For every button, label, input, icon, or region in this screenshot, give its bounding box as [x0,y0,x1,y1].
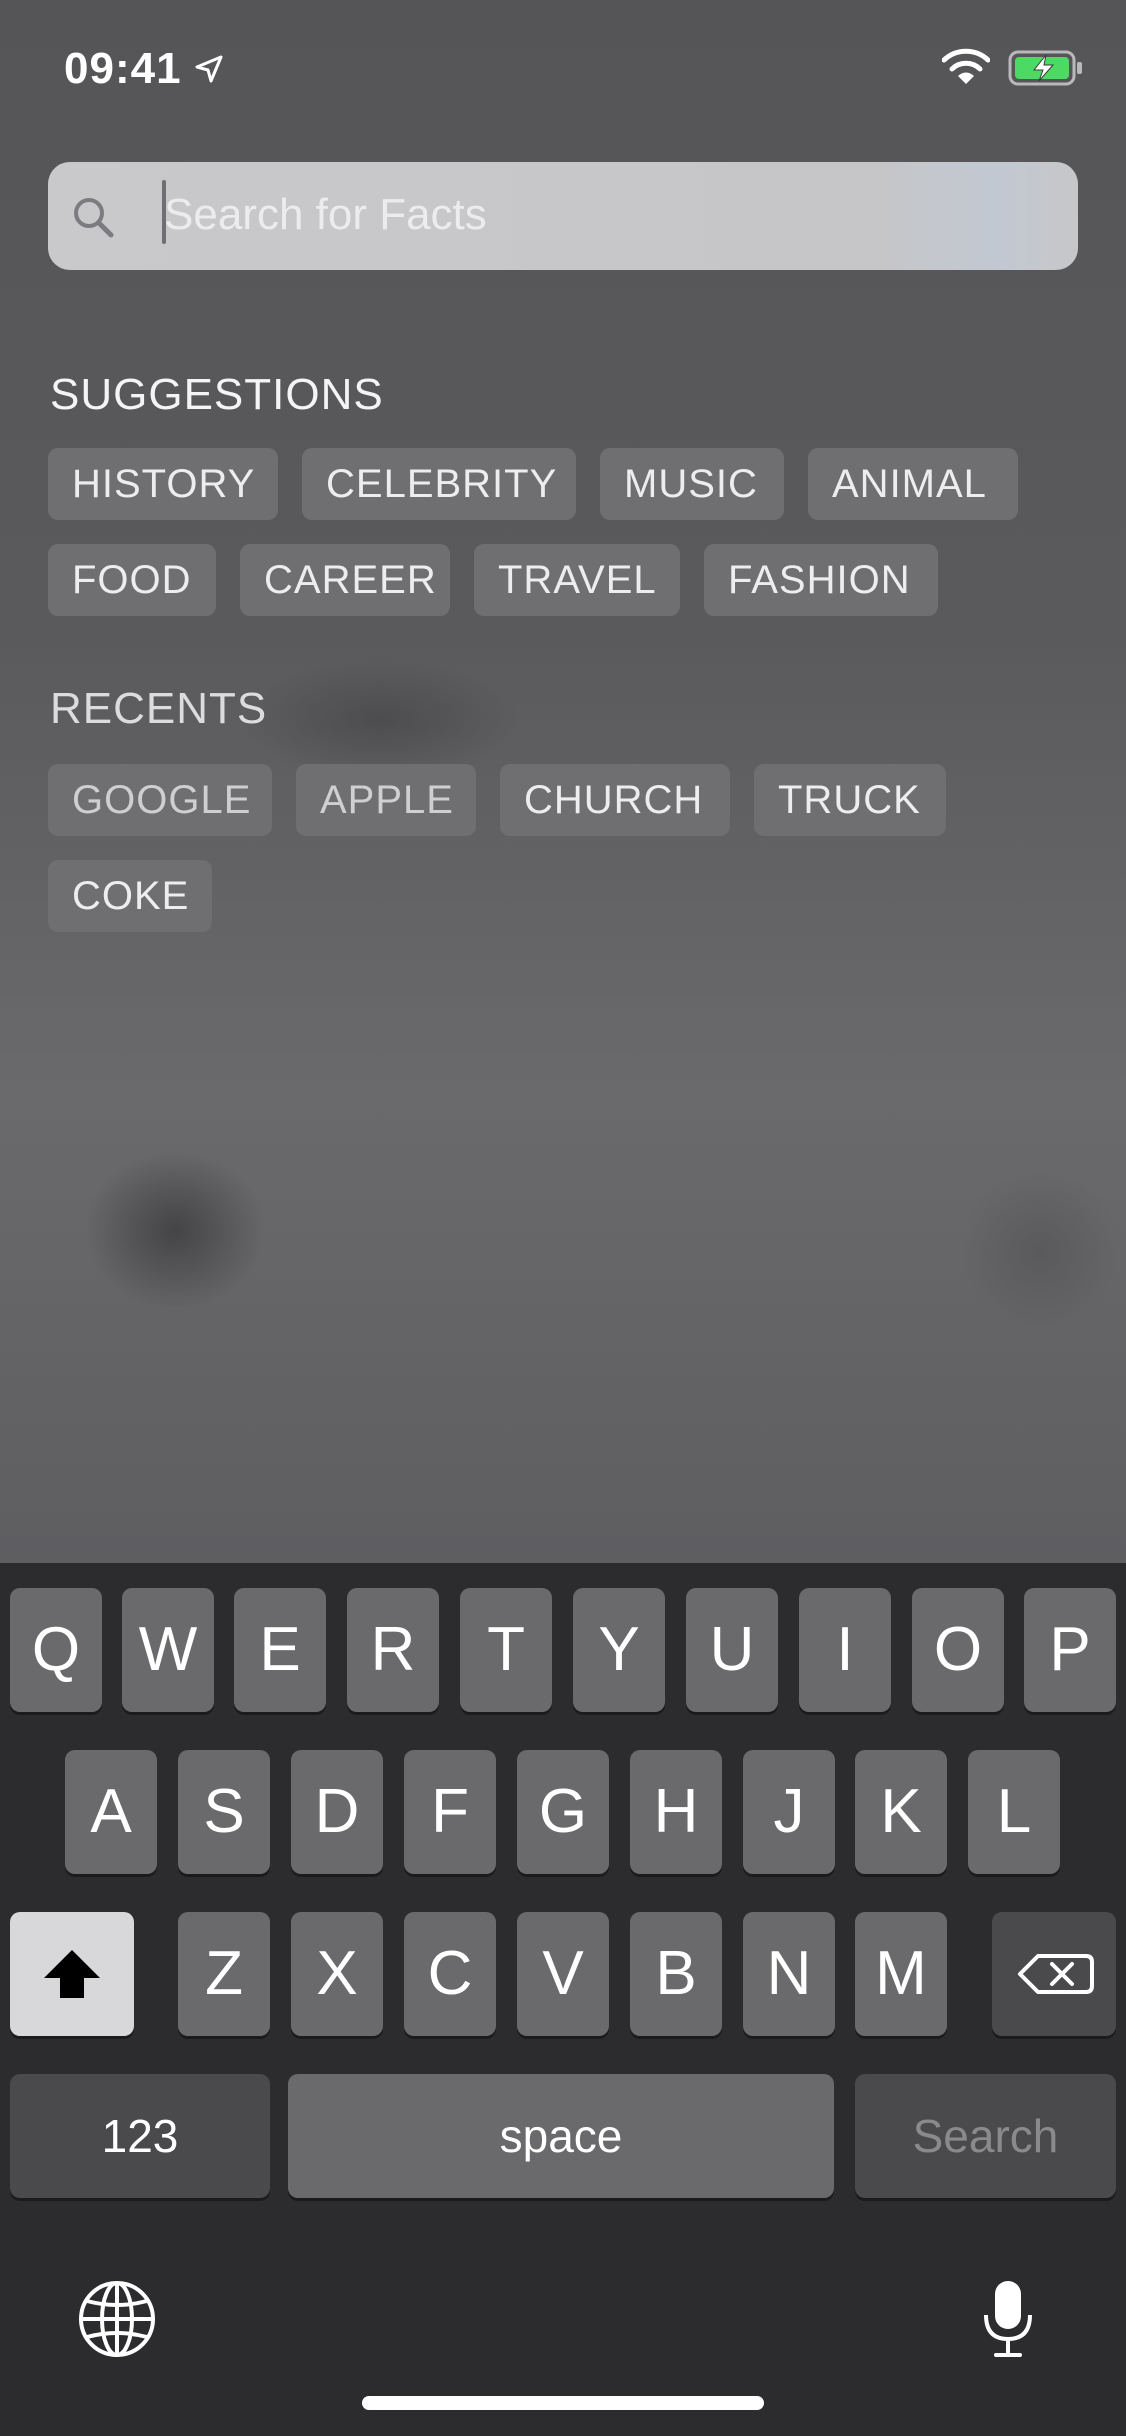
keyboard: Q W E R T Y U I O P A S D F G H J K L Z … [0,1563,1126,2436]
suggestions-title: SUGGESTIONS [50,370,384,419]
key-p[interactable]: P [1024,1588,1116,1712]
key-u[interactable]: U [686,1588,778,1712]
key-label: Search [912,2110,1059,2162]
recent-chip[interactable]: APPLE [296,764,476,836]
key-i[interactable]: I [799,1588,891,1712]
key-label: E [259,1615,301,1684]
key-label: I [836,1615,854,1684]
suggestion-chip[interactable]: TRAVEL [474,544,680,616]
key-y[interactable]: Y [573,1588,665,1712]
wifi-icon [942,48,990,84]
key-s[interactable]: S [178,1750,270,1874]
key-label: O [933,1615,983,1684]
shift-key[interactable] [10,1912,134,2036]
key-label: L [996,1777,1032,1846]
key-m[interactable]: M [855,1912,947,2036]
shift-icon [44,1950,100,1998]
key-label: 123 [101,2110,179,2162]
suggestion-chip[interactable]: ANIMAL [808,448,1018,520]
key-label: D [314,1777,360,1846]
key-label: N [766,1939,812,2008]
key-label: space [499,2110,623,2162]
key-label: Y [598,1615,640,1684]
key-label: F [431,1777,469,1846]
suggestion-chip[interactable]: CELEBRITY [302,448,576,520]
key-j[interactable]: J [743,1750,835,1874]
key-c[interactable]: C [404,1912,496,2036]
delete-key[interactable] [992,1912,1116,2036]
key-t[interactable]: T [460,1588,552,1712]
key-w[interactable]: W [122,1588,214,1712]
location-arrow-icon [195,55,223,83]
key-label: X [316,1939,358,2008]
recent-chip[interactable]: CHURCH [500,764,730,836]
key-label: Q [31,1615,81,1684]
key-label: C [427,1939,473,2008]
key-a[interactable]: A [65,1750,157,1874]
recent-chip[interactable]: TRUCK [754,764,946,836]
battery-charging-icon [1008,50,1082,86]
key-label: W [138,1615,198,1684]
key-label: G [538,1777,588,1846]
key-g[interactable]: G [517,1750,609,1874]
search-key[interactable]: Search [855,2074,1116,2198]
suggestion-chip[interactable]: FOOD [48,544,216,616]
key-o[interactable]: O [912,1588,1004,1712]
key-label: V [542,1939,584,2008]
status-time: 09:41 [64,44,182,93]
microphone-icon[interactable] [978,2279,1038,2359]
status-bar: 09:41 [0,0,1126,140]
key-label: J [773,1777,805,1846]
key-z[interactable]: Z [178,1912,270,2036]
suggestion-chip[interactable]: FASHION [704,544,938,616]
numbers-key[interactable]: 123 [10,2074,270,2198]
search-input[interactable] [164,182,1044,248]
recent-chip[interactable]: COKE [48,860,212,932]
key-d[interactable]: D [291,1750,383,1874]
key-label: T [487,1615,525,1684]
key-label: M [875,1939,927,2008]
search-icon [74,198,114,238]
delete-icon [1018,1954,1094,1994]
key-n[interactable]: N [743,1912,835,2036]
key-v[interactable]: V [517,1912,609,2036]
key-k[interactable]: K [855,1750,947,1874]
recents-title: RECENTS [50,684,268,733]
home-indicator[interactable] [362,2396,764,2410]
key-label: H [653,1777,699,1846]
key-b[interactable]: B [630,1912,722,2036]
key-l[interactable]: L [968,1750,1060,1874]
key-label: S [203,1777,245,1846]
key-q[interactable]: Q [10,1588,102,1712]
key-label: U [709,1615,755,1684]
key-x[interactable]: X [291,1912,383,2036]
key-label: K [880,1777,922,1846]
key-r[interactable]: R [347,1588,439,1712]
recent-chip[interactable]: GOOGLE [48,764,272,836]
key-f[interactable]: F [404,1750,496,1874]
text-cursor [162,180,166,244]
key-h[interactable]: H [630,1750,722,1874]
suggestion-chip[interactable]: MUSIC [600,448,784,520]
key-label: A [90,1777,132,1846]
suggestion-chip[interactable]: HISTORY [48,448,278,520]
space-key[interactable]: space [288,2074,834,2198]
key-label: P [1049,1615,1091,1684]
key-label: R [370,1615,416,1684]
globe-icon[interactable] [77,2279,157,2359]
key-e[interactable]: E [234,1588,326,1712]
suggestion-chip[interactable]: CAREER [240,544,450,616]
key-label: Z [205,1939,243,2008]
key-label: B [655,1939,697,2008]
